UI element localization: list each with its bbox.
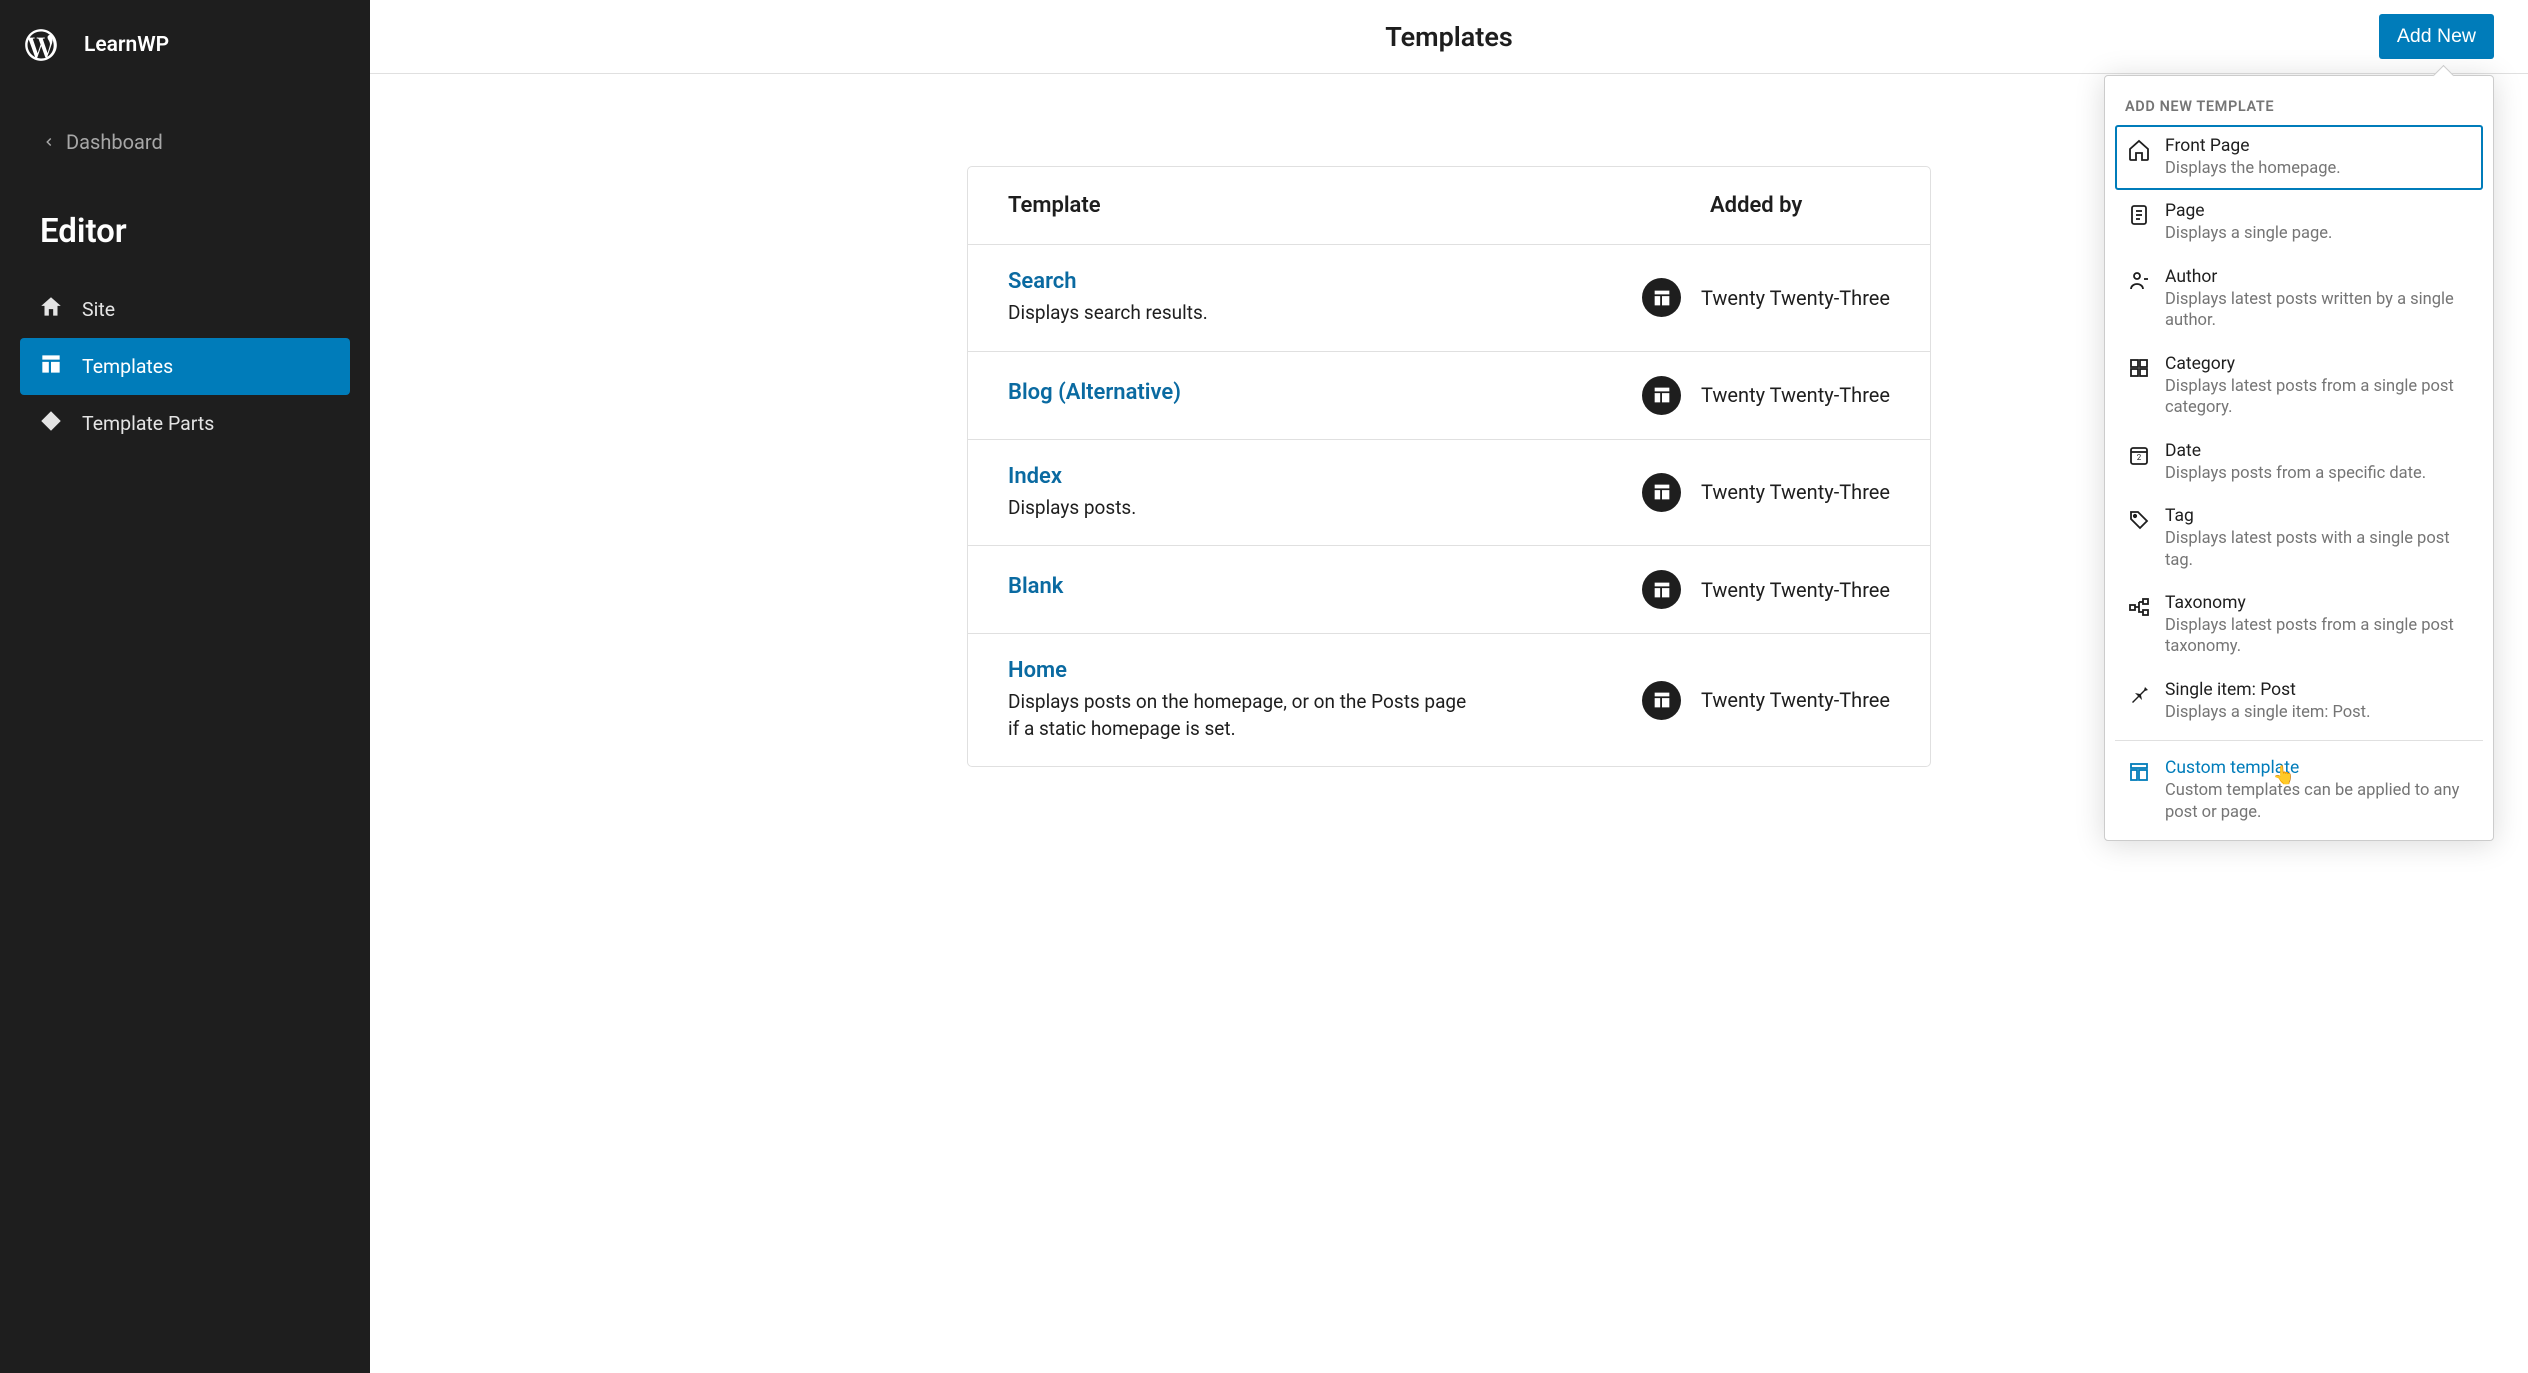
added-by-label: Twenty Twenty-Three	[1701, 383, 1890, 407]
option-desc: Displays a single page.	[2165, 223, 2471, 244]
site-title[interactable]: LearnWP	[84, 33, 169, 57]
template-link[interactable]: Search	[1008, 269, 1642, 294]
option-title: Single item: Post	[2165, 680, 2471, 700]
template-option-front-page[interactable]: Front Page Displays the homepage.	[2115, 125, 2483, 190]
option-desc: Displays latest posts written by a singl…	[2165, 289, 2471, 332]
template-option-taxonomy[interactable]: Taxonomy Displays latest posts from a si…	[2115, 582, 2483, 669]
template-option-date[interactable]: 2 Date Displays posts from a specific da…	[2115, 430, 2483, 495]
divider	[2115, 740, 2483, 741]
option-desc: Displays posts from a specific date.	[2165, 463, 2471, 484]
table-row: Home Displays posts on the homepage, or …	[968, 634, 1930, 766]
template-option-single-post[interactable]: Single item: Post Displays a single item…	[2115, 669, 2483, 734]
template-link[interactable]: Index	[1008, 464, 1642, 489]
nav-label: Site	[82, 298, 115, 321]
template-desc: Displays search results.	[1008, 300, 1468, 327]
home-icon	[38, 294, 64, 325]
nav-item-template-parts[interactable]: Template Parts	[20, 395, 350, 452]
wordpress-logo-icon[interactable]	[22, 26, 60, 64]
option-title: Category	[2165, 354, 2471, 374]
table-head: Template Added by	[968, 167, 1930, 245]
option-desc: Displays latest posts from a single post…	[2165, 615, 2471, 658]
option-desc: Displays latest posts from a single post…	[2165, 376, 2471, 419]
col-header-template: Template	[1008, 193, 1710, 218]
sidebar-header: LearnWP	[0, 14, 370, 86]
add-new-template-popover: ADD NEW TEMPLATE Front Page Displays the…	[2104, 75, 2494, 841]
template-link[interactable]: Blank	[1008, 574, 1642, 599]
nav-item-site[interactable]: Site	[20, 281, 350, 338]
grid-icon	[2127, 356, 2151, 380]
nav-item-templates[interactable]: Templates	[20, 338, 350, 395]
sidebar: LearnWP Dashboard Editor Site Templates …	[0, 0, 370, 1373]
layout-icon	[38, 351, 64, 382]
popover-list: Front Page Displays the homepage. Page D…	[2105, 125, 2493, 840]
option-desc: Displays a single item: Post.	[2165, 702, 2471, 723]
nav-label: Template Parts	[82, 412, 214, 435]
option-title: Custom template	[2165, 758, 2471, 778]
chevron-left-icon	[42, 130, 56, 154]
added-by-label: Twenty Twenty-Three	[1701, 688, 1890, 712]
table-row: Search Displays search results. Twenty T…	[968, 245, 1930, 352]
template-desc: Displays posts on the homepage, or on th…	[1008, 689, 1468, 742]
option-title: Date	[2165, 441, 2471, 461]
tag-icon	[2127, 508, 2151, 532]
added-by-label: Twenty Twenty-Three	[1701, 286, 1890, 310]
table-row: Index Displays posts. Twenty Twenty-Thre…	[968, 440, 1930, 547]
theme-icon	[1642, 278, 1681, 317]
page-icon	[2127, 203, 2151, 227]
option-desc: Displays the homepage.	[2165, 158, 2471, 179]
added-by-label: Twenty Twenty-Three	[1701, 578, 1890, 602]
option-title: Page	[2165, 201, 2471, 221]
author-icon	[2127, 269, 2151, 293]
templates-table: Template Added by Search Displays search…	[967, 166, 1931, 767]
layout-icon	[2127, 760, 2151, 784]
template-desc: Displays posts.	[1008, 495, 1468, 522]
template-option-author[interactable]: Author Displays latest posts written by …	[2115, 256, 2483, 343]
tree-icon	[2127, 595, 2151, 619]
editor-nav: Site Templates Template Parts	[0, 273, 370, 460]
added-by-label: Twenty Twenty-Three	[1701, 480, 1890, 504]
popover-heading: ADD NEW TEMPLATE	[2105, 76, 2493, 125]
home-icon	[2127, 138, 2151, 162]
theme-icon	[1642, 473, 1681, 512]
main-content: Templates Add New Template Added by Sear…	[370, 0, 2528, 1373]
page-title: Templates	[1385, 21, 1513, 53]
back-to-dashboard[interactable]: Dashboard	[0, 116, 370, 168]
added-by: Twenty Twenty-Three	[1642, 473, 1890, 512]
template-option-category[interactable]: Category Displays latest posts from a si…	[2115, 343, 2483, 430]
nav-label: Templates	[82, 355, 173, 378]
added-by: Twenty Twenty-Three	[1642, 570, 1890, 609]
table-row: Blog (Alternative) Twenty Twenty-Three	[968, 352, 1930, 440]
topbar: Templates Add New	[370, 0, 2528, 74]
add-new-button[interactable]: Add New	[2379, 14, 2494, 59]
option-title: Taxonomy	[2165, 593, 2471, 613]
template-link[interactable]: Blog (Alternative)	[1008, 380, 1642, 405]
option-desc: Displays latest posts with a single post…	[2165, 528, 2471, 571]
calendar-icon: 2	[2127, 443, 2151, 467]
diamond-icon	[38, 408, 64, 439]
col-header-added: Added by	[1710, 193, 1890, 218]
option-title: Author	[2165, 267, 2471, 287]
theme-icon	[1642, 376, 1681, 415]
svg-text:2: 2	[2137, 453, 2142, 462]
table-row: Blank Twenty Twenty-Three	[968, 546, 1930, 634]
theme-icon	[1642, 681, 1681, 720]
added-by: Twenty Twenty-Three	[1642, 681, 1890, 720]
option-desc: Custom templates can be applied to any p…	[2165, 780, 2471, 823]
template-link[interactable]: Home	[1008, 658, 1642, 683]
template-option-custom[interactable]: Custom template Custom templates can be …	[2115, 747, 2483, 834]
back-label: Dashboard	[66, 130, 163, 154]
template-option-page[interactable]: Page Displays a single page.	[2115, 190, 2483, 255]
pin-icon	[2127, 682, 2151, 706]
added-by: Twenty Twenty-Three	[1642, 376, 1890, 415]
theme-icon	[1642, 570, 1681, 609]
section-title: Editor	[0, 168, 370, 273]
template-option-tag[interactable]: Tag Displays latest posts with a single …	[2115, 495, 2483, 582]
added-by: Twenty Twenty-Three	[1642, 278, 1890, 317]
option-title: Front Page	[2165, 136, 2471, 156]
option-title: Tag	[2165, 506, 2471, 526]
